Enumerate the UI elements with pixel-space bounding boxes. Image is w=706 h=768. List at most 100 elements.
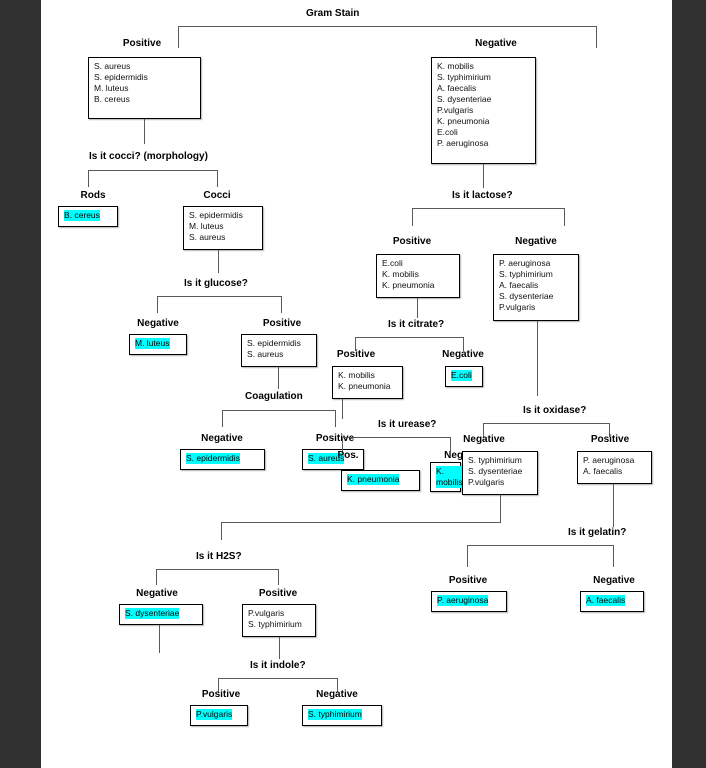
- connector-glucose-to-coagulation: [278, 367, 279, 389]
- species-item: K. mobilis: [338, 370, 375, 380]
- species-item: P.vulgaris: [248, 608, 285, 618]
- species-item: K. pneumonia: [338, 381, 391, 391]
- connector-cocci-right: [217, 170, 218, 187]
- species-item: P. aeruginosa: [437, 595, 489, 606]
- species-item: S. epidermidis: [189, 210, 243, 220]
- connector-glucose-left: [157, 296, 158, 313]
- question-glucose: Is it glucose?: [184, 278, 248, 289]
- species-item: S. typhimirium: [468, 455, 522, 465]
- label-gelatin-negative: Negative: [593, 575, 635, 586]
- species-item: S. aureus: [247, 349, 284, 359]
- species-item: K. mobilis: [437, 61, 474, 71]
- species-item: K. mobilis: [382, 269, 419, 279]
- species-item: M. luteus: [94, 83, 129, 93]
- box-urease-positive[interactable]: K. pneumonia: [341, 470, 420, 491]
- connector-lactosepos-to-citrate: [417, 298, 418, 318]
- box-coagulation-negative[interactable]: S. epidermidis: [180, 449, 265, 470]
- species-item: B. cereus: [64, 210, 100, 221]
- connector-urease-left: [342, 437, 343, 451]
- connector-lactose-horizontal: [412, 208, 564, 209]
- connector-gram-horizontal: [178, 26, 596, 27]
- species-item: S. typhimirium: [437, 72, 491, 82]
- connector-cocci-horizontal: [88, 170, 217, 171]
- connector-cocci-left: [88, 170, 89, 187]
- species-item: S. epidermidis: [247, 338, 301, 348]
- species-item: S. epidermidis: [186, 453, 240, 464]
- connector-negative-to-lactose: [483, 164, 484, 188]
- connector-coagulation-right: [335, 410, 336, 427]
- box-glucose-positive[interactable]: S. epidermidis S. aureus: [241, 334, 317, 367]
- box-gelatin-positive[interactable]: P. aeruginosa: [431, 591, 507, 612]
- question-coagulation: Coagulation: [245, 391, 303, 402]
- label-coagulation-negative: Negative: [201, 433, 243, 444]
- label-indole-positive: Positive: [201, 689, 241, 700]
- species-item: P.vulgaris: [196, 709, 233, 720]
- label-glucose-positive: Positive: [262, 318, 302, 329]
- species-item: S. aureus: [94, 61, 131, 71]
- label-urease-positive: Pos.: [337, 450, 359, 461]
- label-gram-negative: Negative: [475, 38, 517, 49]
- species-item: A. faecalis: [583, 466, 623, 476]
- connector-coagulation-horizontal: [222, 410, 335, 411]
- species-item: A. faecalis: [437, 83, 477, 93]
- species-item: S. epidermidis: [94, 72, 148, 82]
- dichotomous-key-canvas: Gram Stain Positive S. aureus S. epiderm…: [41, 0, 672, 768]
- box-citrate-negative[interactable]: E.coli: [445, 366, 483, 387]
- box-urease-negative[interactable]: K. mobilis: [430, 462, 462, 492]
- box-indole-negative[interactable]: S. typhimirium: [302, 705, 382, 726]
- connector-gelatin-left: [467, 545, 468, 567]
- box-rods[interactable]: B. cereus: [58, 206, 118, 227]
- box-lactose-negative[interactable]: P. aeruginosa S. typhimirium A. faecalis…: [493, 254, 579, 321]
- label-lactose-negative: Negative: [515, 236, 557, 247]
- connector-lactose-left: [412, 208, 413, 226]
- connector-h2spos-to-indole: [279, 637, 280, 659]
- box-oxidase-negative[interactable]: S. typhimirium S. dysenteriae P.vulgaris: [462, 451, 538, 495]
- label-glucose-negative: Negative: [137, 318, 179, 329]
- connector-citrate-horizontal: [355, 337, 463, 338]
- species-item: E.coli: [437, 127, 458, 137]
- question-citrate: Is it citrate?: [388, 319, 445, 330]
- species-item: P.vulgaris: [437, 105, 474, 115]
- box-lactose-positive[interactable]: E.coli K. mobilis K. pneumonia: [376, 254, 460, 298]
- box-glucose-negative[interactable]: M. luteus: [129, 334, 187, 355]
- label-oxidase-negative: Negative: [463, 434, 505, 445]
- question-gram-stain: Gram Stain: [306, 8, 360, 19]
- connector-glucose-right: [281, 296, 282, 313]
- question-cocci: Is it cocci? (morphology): [89, 151, 208, 162]
- species-item: S. typhimirium: [499, 269, 553, 279]
- connector-gelatin-right: [613, 545, 614, 567]
- question-gelatin: Is it gelatin?: [568, 527, 627, 538]
- species-item: A. faecalis: [499, 280, 539, 290]
- question-indole: Is it indole?: [250, 660, 306, 671]
- box-oxidase-positive[interactable]: P. aeruginosa A. faecalis: [577, 451, 652, 484]
- box-citrate-positive[interactable]: K. mobilis K. pneumonia: [332, 366, 403, 399]
- connector-cocci-to-glucose: [218, 250, 219, 273]
- box-gelatin-negative[interactable]: A. faecalis: [580, 591, 644, 612]
- box-gram-positive[interactable]: S. aureus S. epidermidis M. luteus B. ce…: [88, 57, 201, 119]
- species-item: B. cereus: [94, 94, 130, 104]
- label-coagulation-positive: Positive: [315, 433, 355, 444]
- connector-oxidase-horizontal: [483, 423, 609, 424]
- species-item: P. aeruginosa: [499, 258, 551, 268]
- box-indole-positive[interactable]: P.vulgaris: [190, 705, 248, 726]
- box-gram-negative[interactable]: K. mobilis S. typhimirium A. faecalis S.…: [431, 57, 536, 164]
- label-oxidase-positive: Positive: [590, 434, 630, 445]
- connector-oxidaseneg-across: [221, 522, 501, 523]
- label-gelatin-positive: Positive: [448, 575, 488, 586]
- connector-glucose-horizontal: [157, 296, 281, 297]
- connector-h2s-right: [278, 569, 279, 585]
- label-h2s-negative: Negative: [136, 588, 178, 599]
- connector-oxidasepos-to-gelatin: [613, 484, 614, 527]
- connector-indole-horizontal: [218, 678, 337, 679]
- species-item: E.coli: [382, 258, 403, 268]
- species-item: K. pneumonia: [347, 474, 400, 485]
- question-lactose: Is it lactose?: [452, 190, 513, 201]
- connector-gram-right: [596, 26, 597, 48]
- box-h2s-negative[interactable]: S. dysenteriae: [119, 604, 203, 625]
- box-h2s-positive[interactable]: P.vulgaris S. typhimirium: [242, 604, 316, 637]
- label-rods: Rods: [80, 190, 106, 201]
- connector-positive-to-cocci: [144, 119, 145, 144]
- connector-h2s-stem: [221, 522, 222, 540]
- box-cocci[interactable]: S. epidermidis M. luteus S. aureus: [183, 206, 263, 250]
- species-item: P.vulgaris: [468, 477, 505, 487]
